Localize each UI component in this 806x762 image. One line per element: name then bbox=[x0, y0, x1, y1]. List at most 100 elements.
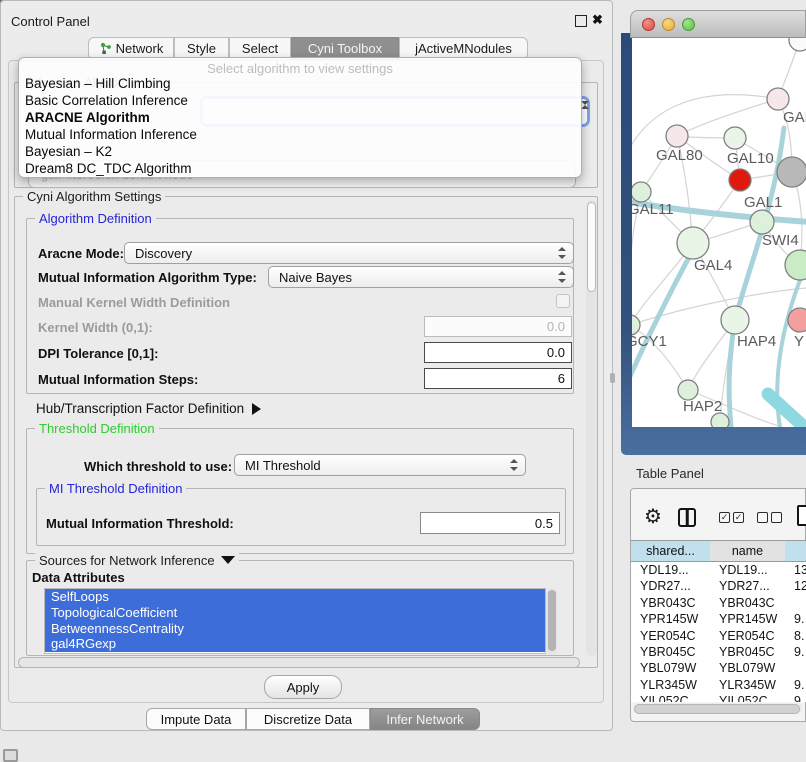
table-row[interactable]: YPR145WYPR145W9. bbox=[631, 611, 806, 627]
mi-threshold-label: Mutual Information Threshold: bbox=[46, 516, 234, 531]
network-window-titlebar[interactable] bbox=[630, 10, 806, 38]
table-cell: YIL052C bbox=[631, 693, 710, 702]
network-node-gal11[interactable] bbox=[632, 182, 651, 202]
mi-threshold-field[interactable]: 0.5 bbox=[420, 512, 560, 534]
tab-discretize-data-label: Discretize Data bbox=[264, 712, 352, 727]
popup-item-basic-correlation[interactable]: Basic Correlation Inference bbox=[24, 92, 575, 109]
table-row[interactable]: YIL052CYIL052C9. bbox=[631, 693, 806, 702]
table-row[interactable]: YDR27...YDR27...12 bbox=[631, 578, 806, 594]
mi-type-combo[interactable]: Naive Bayes bbox=[268, 266, 574, 288]
which-threshold-combo[interactable]: MI Threshold bbox=[234, 454, 526, 476]
kernel-width-value: 0.0 bbox=[547, 319, 565, 334]
node-label-gal80: GAL80 bbox=[656, 147, 703, 164]
mi-threshold-group-title: MI Threshold Definition bbox=[45, 481, 186, 496]
network-node[interactable] bbox=[785, 250, 806, 280]
table-header-cut[interactable] bbox=[785, 540, 806, 562]
close-icon[interactable]: ✖ bbox=[592, 12, 603, 28]
table-header-shared-name[interactable]: shared... bbox=[631, 540, 711, 562]
table-cell: YER054C bbox=[710, 628, 785, 644]
unchecked-box-icon bbox=[771, 512, 782, 523]
collapse-down-icon[interactable] bbox=[221, 556, 235, 564]
manual-kernel-checkbox[interactable] bbox=[556, 294, 570, 308]
cyni-algorithm-settings-title: Cyni Algorithm Settings bbox=[23, 189, 165, 204]
network-node-swi4[interactable] bbox=[750, 210, 774, 234]
list-item-gal4rgexp[interactable]: gal4RGexp bbox=[45, 636, 545, 652]
table-cell: YDR27... bbox=[710, 578, 785, 594]
tab-infer-network[interactable]: Infer Network bbox=[370, 708, 480, 730]
aracne-mode-combo[interactable]: Discovery bbox=[124, 242, 574, 264]
table-row[interactable]: YBR045CYBR045C9. bbox=[631, 644, 806, 660]
network-node-gal4[interactable] bbox=[677, 227, 709, 259]
settings-hscrollbar-thumb[interactable] bbox=[18, 657, 580, 668]
network-canvas[interactable]: GALGAL80GAL10GAL1GAL11SWI4GAL4GCY1HAP4YH… bbox=[632, 38, 806, 427]
tab-discretize-data[interactable]: Discretize Data bbox=[246, 708, 370, 730]
close-traffic-light[interactable] bbox=[642, 18, 655, 31]
list-item-topologicalcoefficient[interactable]: TopologicalCoefficient bbox=[45, 605, 545, 621]
settings-vscrollbar-thumb[interactable] bbox=[587, 202, 596, 292]
table-header-name[interactable]: name bbox=[710, 540, 786, 562]
threshold-definition-title: Threshold Definition bbox=[35, 421, 159, 436]
dpi-tolerance-label: DPI Tolerance [0,1]: bbox=[38, 346, 158, 361]
sources-group-title: Sources for Network Inference bbox=[35, 553, 239, 568]
control-panel-title: Control Panel bbox=[11, 14, 90, 29]
table-cell: 13 bbox=[785, 562, 806, 578]
table-cell: YBR045C bbox=[710, 644, 785, 660]
table-row[interactable]: YBL079WYBL079W bbox=[631, 660, 806, 676]
table-cell: YPR145W bbox=[710, 611, 785, 627]
network-node-y[interactable] bbox=[788, 308, 806, 332]
list-item-betweennesscentrality[interactable]: BetweennessCentrality bbox=[45, 621, 545, 637]
network-node-hap4[interactable] bbox=[721, 306, 749, 334]
tab-network-label: Network bbox=[116, 41, 164, 56]
table-row[interactable]: YBR043CYBR043C bbox=[631, 595, 806, 611]
table-row[interactable]: YDL19...YDL19...13 bbox=[631, 562, 806, 578]
dpi-tolerance-field[interactable]: 0.0 bbox=[424, 342, 572, 363]
table-cell: YBL079W bbox=[710, 660, 785, 676]
network-node-hap2[interactable] bbox=[678, 380, 698, 400]
network-node[interactable] bbox=[777, 157, 806, 187]
zoom-traffic-light[interactable] bbox=[682, 18, 695, 31]
table-row[interactable]: YER054CYER054C8. bbox=[631, 628, 806, 644]
minimize-traffic-light[interactable] bbox=[662, 18, 675, 31]
mi-steps-field[interactable]: 6 bbox=[424, 368, 572, 389]
data-attributes-list[interactable]: SelfLoops TopologicalCoefficient Between… bbox=[44, 588, 546, 654]
apply-button[interactable]: Apply bbox=[264, 675, 342, 699]
node-label-swi4: SWI4 bbox=[762, 232, 799, 249]
popup-item-bayesian-hill-climbing[interactable]: Bayesian – Hill Climbing bbox=[24, 75, 575, 92]
panel-splitter-handle[interactable] bbox=[610, 373, 615, 383]
deselect-all-columns-icon[interactable] bbox=[757, 512, 782, 523]
node-label-gal10: GAL10 bbox=[727, 150, 774, 167]
columns-icon[interactable] bbox=[678, 508, 696, 527]
kernel-width-field[interactable]: 0.0 bbox=[424, 316, 572, 337]
which-threshold-label: Which threshold to use: bbox=[84, 459, 232, 474]
attr-list-vscrollbar-thumb[interactable] bbox=[548, 590, 556, 651]
network-node[interactable] bbox=[789, 38, 806, 51]
checked-box-icon: ✓ bbox=[733, 512, 744, 523]
network-node-gal[interactable] bbox=[767, 88, 789, 110]
float-window-icon[interactable] bbox=[575, 15, 587, 27]
hub-definition-expander[interactable]: Hub/Transcription Factor Definition bbox=[36, 401, 261, 416]
network-node-gal1[interactable] bbox=[729, 169, 751, 191]
table-hscrollbar-thumb[interactable] bbox=[634, 704, 800, 714]
collapsed-panel-icon[interactable] bbox=[3, 749, 18, 762]
popup-item-bayesian-k2[interactable]: Bayesian – K2 bbox=[24, 143, 575, 160]
network-node[interactable] bbox=[711, 413, 729, 427]
popup-item-dream8[interactable]: Dream8 DC_TDC Algorithm bbox=[24, 160, 575, 177]
combo-arrows-icon bbox=[558, 247, 566, 259]
apply-button-label: Apply bbox=[287, 680, 320, 695]
table-row[interactable]: YLR345WYLR345W9. bbox=[631, 677, 806, 693]
tab-cyni-toolbox-label: Cyni Toolbox bbox=[308, 41, 382, 56]
tab-impute-data[interactable]: Impute Data bbox=[146, 708, 246, 730]
node-label-hap4: HAP4 bbox=[737, 333, 776, 350]
network-node-gal10[interactable] bbox=[724, 127, 746, 149]
popup-item-mutual-information[interactable]: Mutual Information Inference bbox=[24, 126, 575, 143]
data-attributes-label: Data Attributes bbox=[32, 570, 125, 585]
popup-item-aracne[interactable]: ARACNE Algorithm bbox=[24, 109, 575, 126]
network-node-gcy1[interactable] bbox=[632, 315, 640, 335]
select-all-columns-icon[interactable]: ✓ ✓ bbox=[719, 512, 744, 523]
list-item-selfloops[interactable]: SelfLoops bbox=[45, 589, 545, 605]
network-node-gal80[interactable] bbox=[666, 125, 688, 147]
table-cell: YBL079W bbox=[631, 660, 710, 676]
gear-icon[interactable]: ⚙ bbox=[644, 505, 662, 529]
export-table-icon[interactable] bbox=[797, 505, 806, 526]
table-body[interactable]: YDL19...YDL19...13YDR27...YDR27...12YBR0… bbox=[631, 562, 806, 702]
